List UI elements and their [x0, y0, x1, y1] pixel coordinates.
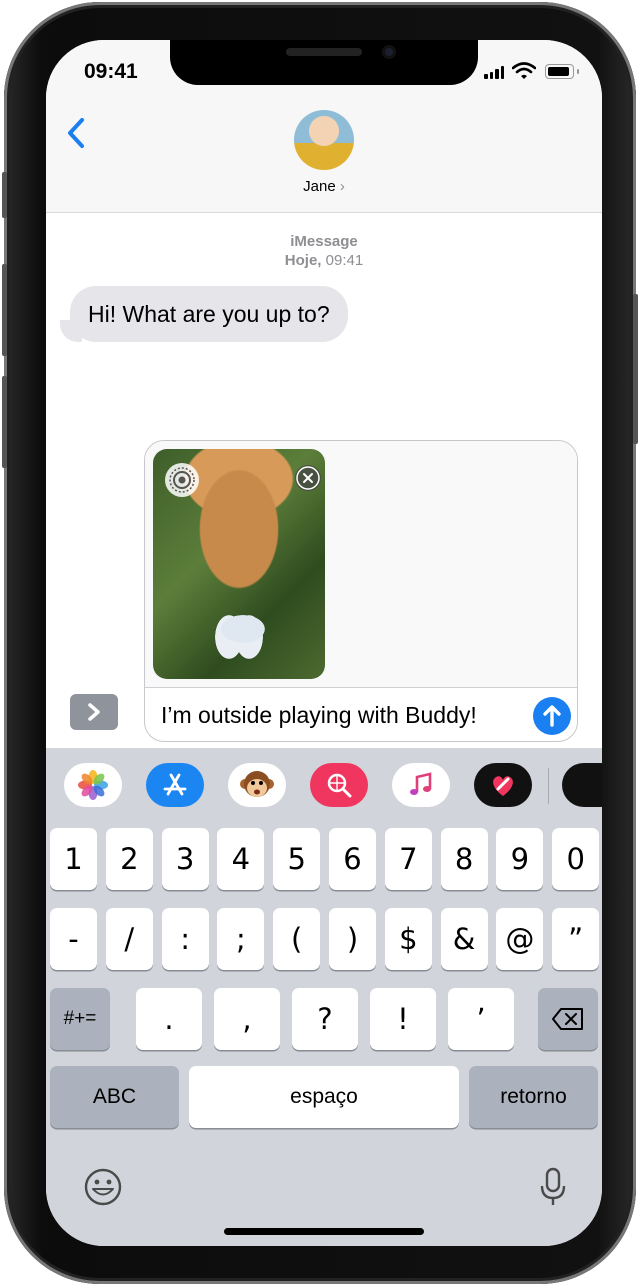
attachment-tray — [145, 441, 577, 688]
backspace-icon — [552, 1008, 583, 1030]
volume-down-button — [2, 376, 7, 468]
key-comma[interactable]: , — [214, 988, 280, 1050]
phone-frame: Jane › 09:41 iMessage Hoje, 09:41 Hi! Wh… — [2, 2, 638, 1284]
contact-name: Jane — [303, 178, 336, 195]
key-close-quote[interactable]: ” — [552, 908, 600, 970]
music-icon[interactable] — [392, 763, 450, 807]
compose-text[interactable]: I’m outside playing with Buddy! — [161, 697, 477, 733]
conversation-meta: iMessage Hoje, 09:41 — [46, 232, 602, 270]
chevron-left-icon[interactable] — [60, 116, 94, 150]
key-9[interactable]: 9 — [496, 828, 544, 890]
return-key[interactable]: retorno — [469, 1066, 598, 1128]
incoming-message-bubble[interactable]: Hi! What are you up to? — [70, 286, 348, 342]
digital-touch-icon[interactable] — [474, 763, 532, 807]
key-slash[interactable]: / — [105, 908, 153, 970]
key-hyphen[interactable]: - — [50, 908, 97, 970]
key-ampersand[interactable]: & — [440, 908, 488, 970]
key-close-paren[interactable]: ) — [329, 908, 376, 970]
volume-up-button — [2, 264, 7, 356]
live-photo-icon[interactable] — [165, 463, 199, 497]
key-5[interactable]: 5 — [273, 828, 321, 890]
key-apostrophe[interactable]: ’ — [448, 988, 514, 1050]
contact-avatar[interactable] — [294, 110, 354, 170]
camera — [382, 45, 396, 59]
key-0[interactable]: 0 — [552, 828, 600, 890]
service-label: iMessage — [290, 233, 358, 250]
key-3[interactable]: 3 — [161, 828, 209, 890]
key-symbols[interactable]: #+= — [50, 988, 110, 1050]
remove-attachment-icon[interactable] — [295, 465, 321, 491]
images-search-icon[interactable] — [310, 763, 368, 807]
speaker-grille — [286, 48, 362, 56]
key-open-paren[interactable]: ( — [273, 908, 321, 970]
mute-switch — [2, 172, 7, 218]
side-button — [633, 294, 638, 444]
timestamp-day: Hoje, — [284, 252, 322, 269]
chevron-right-icon — [88, 703, 100, 721]
battery-tip — [577, 69, 579, 74]
key-8[interactable]: 8 — [440, 828, 488, 890]
key-7[interactable]: 7 — [384, 828, 432, 890]
emoji-icon[interactable] — [82, 1166, 124, 1208]
key-abc[interactable]: ABC — [50, 1066, 179, 1128]
message-compose-field[interactable]: I’m outside playing with Buddy! — [144, 440, 578, 742]
key-period[interactable]: . — [136, 988, 202, 1050]
key-4[interactable]: 4 — [217, 828, 265, 890]
app-drawer-separator — [548, 768, 549, 804]
chevron-right-small-icon: › — [339, 178, 345, 195]
key-dollar[interactable]: $ — [384, 908, 432, 970]
key-semicolon[interactable]: ; — [217, 908, 265, 970]
status-bar: 09:41 — [46, 60, 602, 90]
app-drawer — [46, 748, 602, 824]
more-apps-icon[interactable] — [562, 763, 602, 807]
timestamp-time: 09:41 — [325, 252, 364, 269]
expand-apps-button[interactable] — [70, 694, 118, 730]
home-indicator[interactable] — [224, 1228, 424, 1235]
key-colon[interactable]: : — [161, 908, 209, 970]
screen: Jane › 09:41 iMessage Hoje, 09:41 Hi! Wh… — [46, 40, 602, 1246]
send-arrow-icon — [543, 705, 561, 727]
delete-key[interactable] — [538, 988, 598, 1050]
contact-name-button[interactable]: Jane › — [46, 178, 602, 195]
key-at[interactable]: @ — [496, 908, 544, 970]
space-key[interactable]: espaço — [189, 1066, 459, 1128]
key-6[interactable]: 6 — [329, 828, 376, 890]
app-store-icon[interactable] — [146, 763, 204, 807]
photos-app-icon[interactable] — [64, 763, 122, 807]
microphone-icon[interactable] — [538, 1166, 568, 1208]
key-exclamation[interactable]: ! — [370, 988, 436, 1050]
cellular-signal-icon — [484, 66, 504, 79]
attached-photo[interactable] — [153, 449, 325, 679]
key-question[interactable]: ? — [292, 988, 358, 1050]
timestamp: Hoje, 09:41 — [46, 251, 602, 270]
animoji-icon[interactable] — [228, 763, 286, 807]
keyboard-area: 1 2 3 4 5 6 7 8 9 0 - /:;() $ & @” #+= . , ? ! ’ ABC e… — [46, 748, 602, 1246]
battery-icon — [545, 64, 574, 79]
key-1[interactable]: 1 — [50, 828, 97, 890]
send-button[interactable] — [533, 697, 571, 735]
wifi-icon — [512, 62, 536, 79]
key-2[interactable]: 2 — [105, 828, 153, 890]
status-time: 09:41 — [84, 60, 138, 83]
